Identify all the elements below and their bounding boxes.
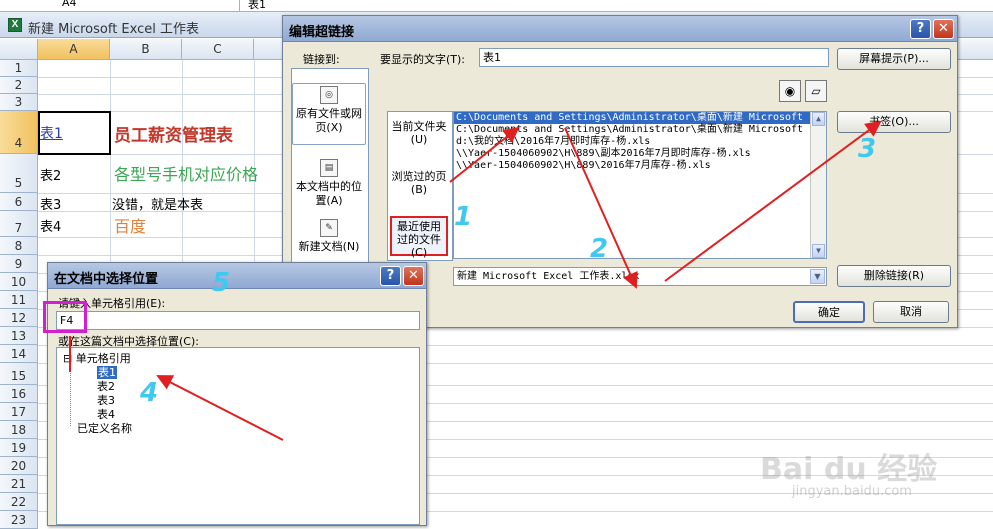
formula-input[interactable]: 表1 [248,0,266,11]
column-header-c[interactable]: C [182,39,254,60]
nav-new-document[interactable]: ✎ 新建文档(N) [292,219,366,254]
row-header[interactable]: 17 [0,403,38,421]
row-header[interactable]: 21 [0,475,38,493]
annotation-number: 5 [212,268,231,298]
cell-a5[interactable]: 表2 [40,165,61,184]
location-tree[interactable]: ⊟ 单元格引用 表1 表2 表3 表4 已定义名称 [56,347,420,525]
row-header[interactable]: 8 [0,237,38,255]
nav-place-in-document[interactable]: ▤ 本文档中的位置(A) [292,159,366,208]
sub-browsed-pages[interactable]: 浏览过的页(B) [390,170,448,196]
row-header[interactable]: 23 [0,511,38,529]
row-header[interactable]: 11 [0,291,38,309]
close-button[interactable]: ✕ [403,266,424,286]
name-box[interactable]: A4 [0,0,240,11]
highlight-box [43,301,87,333]
row-header[interactable]: 18 [0,421,38,439]
cancel-button[interactable]: 取消 [873,301,949,323]
row-header[interactable]: 1 [0,60,38,77]
row-header[interactable]: 9 [0,255,38,273]
bookmark-button[interactable]: 书签(O)... [837,111,951,133]
row-header[interactable]: 15 [0,363,38,385]
annotation-number: 3 [858,134,877,164]
cell-b4[interactable]: 员工薪资管理表 [114,121,233,146]
list-item[interactable]: C:\Documents and Settings\Administrator\… [454,112,826,124]
browse-web-icon[interactable]: ◉ [779,80,801,102]
display-text-input[interactable]: 表1 [479,48,829,67]
nav-existing-file[interactable]: ◎ 原有文件或网页(X) [292,83,366,145]
cell-b6[interactable]: 没错，就是本表 [112,194,203,213]
excel-icon: X [8,18,22,32]
sub-current-folder[interactable]: 当前文件夹(U) [390,120,448,146]
baidu-watermark-url: jingyan.baidu.com [792,484,912,499]
formula-bar: A4 表1 [0,0,993,12]
cell-a7[interactable]: 表4 [40,216,61,235]
list-item[interactable]: C:\Documents and Settings\Administrator\… [454,124,826,136]
row-header[interactable]: 5 [0,154,38,193]
tree-line [70,362,71,426]
row-header[interactable]: 2 [0,77,38,94]
address-combo[interactable]: 新建 Microsoft Excel 工作表.xlsx [453,267,827,286]
annotation-number: 1 [454,202,473,232]
baidu-watermark-logo: Bai du 经验 [760,452,938,487]
annotation-number: 4 [140,378,159,408]
list-item[interactable]: \\Yaer-1504060902\H\889\2016年7月库存-杨.xls [454,160,826,172]
remove-link-button[interactable]: 删除链接(R) [837,265,951,287]
sub-recent-files[interactable]: 最近使用过的文件(C) [390,216,448,259]
cell-b5[interactable]: 各型号手机对应价格 [114,161,258,185]
row-header[interactable]: 7 [0,211,38,237]
globe-file-icon: ◎ [320,86,338,104]
row-header[interactable]: 6 [0,193,38,211]
row-header[interactable]: 4 [0,111,38,154]
help-button[interactable]: ? [380,266,401,286]
list-item[interactable]: \\Yaer-1504060902\H\889\副本2016年7月即时库存-杨.… [454,148,826,160]
cell-a6[interactable]: 表3 [40,194,61,213]
recent-file-list[interactable]: C:\Documents and Settings\Administrator\… [453,111,827,259]
close-button[interactable]: ✕ [933,19,954,39]
display-text-label: 要显示的文字(T): [380,53,466,66]
browse-file-icon[interactable]: ▱ [805,80,827,102]
row-header[interactable]: 19 [0,439,38,457]
dialog-title: 在文档中选择位置 [54,272,159,287]
cell-a4-hyperlink[interactable]: 表1 [40,123,63,143]
select-place-dialog: 在文档中选择位置 ? ✕ 请键入单元格引用(E): F4 或在这篇文档中选择位置… [43,262,427,526]
workbook-title: 新建 Microsoft Excel 工作表 [28,22,199,37]
row-header[interactable]: 20 [0,457,38,475]
help-button[interactable]: ? [910,19,931,39]
annotation-number: 2 [590,234,609,264]
scroll-up-icon[interactable]: ▲ [812,112,825,126]
tree-node-defined-names[interactable]: 已定义名称 [77,420,132,436]
screentip-button[interactable]: 屏幕提示(P)... [837,48,951,70]
column-header-b[interactable]: B [110,39,182,60]
row-header[interactable]: 14 [0,345,38,363]
list-item[interactable]: d:\我的文档\2016年7月即时库存-杨.xls [454,136,826,148]
row-header[interactable]: 12 [0,309,38,327]
cell-b7[interactable]: 百度 [114,213,146,237]
cell-ref-input[interactable]: F4 [56,311,420,330]
document-place-icon: ▤ [320,159,338,177]
row-header[interactable]: 16 [0,385,38,403]
row-header[interactable]: 22 [0,493,38,511]
ok-button[interactable]: 确定 [793,301,865,323]
link-to-label: 链接到: [303,53,340,66]
column-header-a[interactable]: A [38,39,110,60]
dialog-title-bar: 编辑超链接 ? ✕ [283,16,957,42]
select-all-corner[interactable] [0,39,38,60]
list-scrollbar[interactable]: ▲ ▼ [810,112,826,258]
look-in-nav: 当前文件夹(U) 浏览过的页(B) 最近使用过的文件(C) [387,111,453,261]
chevron-down-icon[interactable]: ▼ [810,269,825,284]
new-document-icon: ✎ [320,219,338,237]
row-header[interactable]: 13 [0,327,38,345]
dialog-title: 编辑超链接 [289,25,355,40]
dialog-title-bar: 在文档中选择位置 ? ✕ [48,263,426,289]
row-header[interactable]: 10 [0,273,38,291]
row-header[interactable]: 3 [0,94,38,111]
scroll-down-icon[interactable]: ▼ [812,244,825,258]
